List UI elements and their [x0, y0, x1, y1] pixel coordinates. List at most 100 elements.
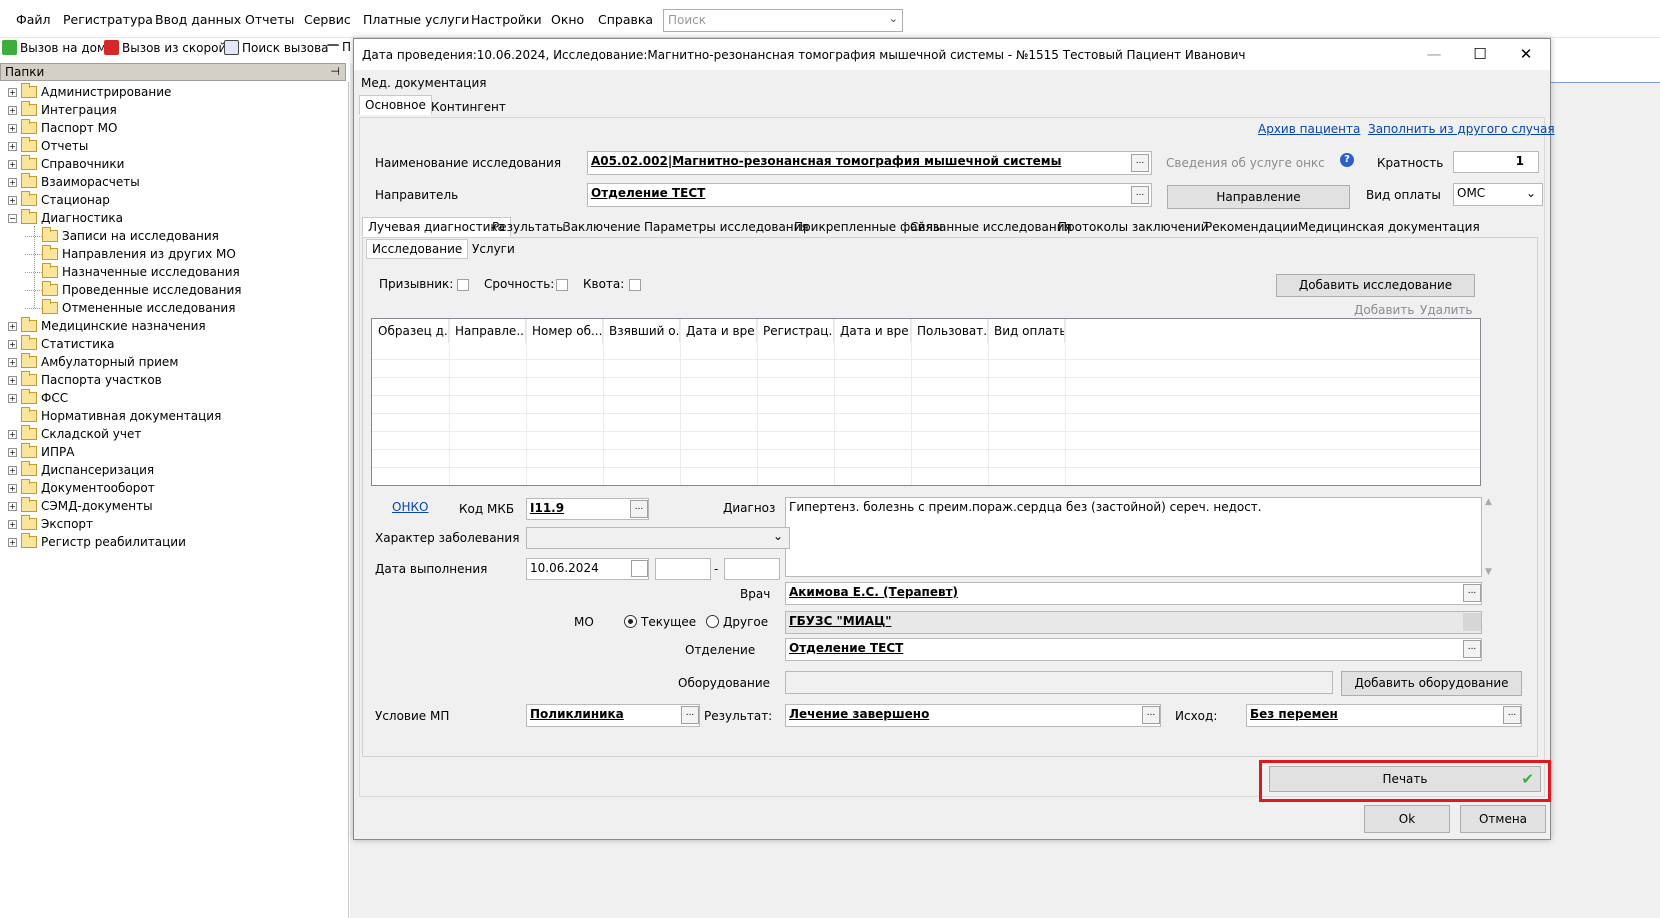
- quota-checkbox[interactable]: [629, 279, 641, 291]
- tree-item[interactable]: + Справочники: [8, 155, 124, 173]
- result-select-button[interactable]: ...: [1142, 706, 1160, 724]
- tab-main[interactable]: Основное: [359, 95, 432, 115]
- tree-item[interactable]: + СЭМД-документы: [8, 497, 153, 515]
- tree-item[interactable]: + Интеграция: [8, 101, 117, 119]
- department-field[interactable]: Отделение ТЕСТ: [785, 638, 1482, 661]
- close-icon[interactable]: ✕: [1504, 42, 1548, 66]
- tree-item[interactable]: + Диспансеризация: [8, 461, 154, 479]
- expand-icon[interactable]: +: [8, 375, 17, 385]
- grid-column-header[interactable]: Дата и вре...: [834, 319, 911, 343]
- expand-icon[interactable]: +: [8, 123, 17, 133]
- tree-item[interactable]: + Экспорт: [8, 515, 93, 533]
- onko-link[interactable]: ОНКО: [392, 500, 428, 514]
- expand-icon[interactable]: +: [8, 501, 17, 511]
- result-field[interactable]: Лечение завершено: [785, 704, 1161, 727]
- maximize-icon[interactable]: ☐: [1458, 42, 1502, 66]
- grid-column-header[interactable]: Образец д...: [372, 319, 449, 343]
- add-study-button[interactable]: Добавить исследование: [1276, 274, 1475, 297]
- inner-tab[interactable]: Протоколы заключений: [1052, 217, 1215, 237]
- tree-item[interactable]: − Диагностика: [8, 209, 123, 227]
- tab-contingent[interactable]: Контингент: [425, 97, 512, 117]
- add-row-link[interactable]: Добавить: [1354, 303, 1414, 317]
- done-time-to[interactable]: [724, 558, 780, 580]
- expand-icon[interactable]: +: [8, 159, 17, 169]
- menu-reports[interactable]: Отчеты: [245, 12, 294, 27]
- menu-registry[interactable]: Регистратура: [63, 12, 153, 27]
- expand-icon[interactable]: +: [8, 141, 17, 151]
- expand-icon[interactable]: +: [8, 339, 17, 349]
- call-home-button[interactable]: Вызов на дом: [2, 40, 106, 55]
- scroll-down-icon[interactable]: ▼: [1485, 567, 1492, 577]
- tree-item[interactable]: Назначенные исследования: [25, 263, 240, 281]
- tree-item[interactable]: Записи на исследования: [25, 227, 219, 245]
- subtab-services[interactable]: Услуги: [466, 239, 521, 259]
- icd-select-button[interactable]: ...: [630, 500, 648, 518]
- samples-grid[interactable]: Образец д... Направле... Номер об... Взявши…: [371, 318, 1481, 486]
- calendar-icon[interactable]: [631, 560, 648, 577]
- tree-item[interactable]: Отмененные исследования: [25, 299, 235, 317]
- department-select-button[interactable]: ...: [1463, 640, 1481, 658]
- tree-item[interactable]: + Амбулаторный прием: [8, 353, 178, 371]
- grid-column-header[interactable]: Дата и вре...: [680, 319, 757, 343]
- disease-nature-select[interactable]: ⌄: [526, 527, 790, 549]
- mo-other-radio[interactable]: [706, 615, 719, 628]
- tree-item[interactable]: Направления из других МО: [25, 245, 236, 263]
- tree-item[interactable]: + ИПРА: [8, 443, 74, 461]
- study-name-field[interactable]: A05.02.002|Магнитно-резонансная томограф…: [587, 151, 1152, 175]
- done-time-from[interactable]: [655, 558, 711, 580]
- chevron-down-icon[interactable]: ⌄: [889, 12, 898, 25]
- expand-icon[interactable]: +: [8, 537, 17, 547]
- urgency-checkbox[interactable]: [556, 279, 568, 291]
- expand-icon[interactable]: +: [8, 483, 17, 493]
- menu-file[interactable]: Файл: [16, 12, 51, 27]
- conscript-checkbox[interactable]: [457, 279, 469, 291]
- scroll-up-icon[interactable]: ▲: [1485, 497, 1492, 507]
- menu-data-entry[interactable]: Ввод данных: [155, 12, 241, 27]
- condition-select-button[interactable]: ...: [681, 706, 699, 724]
- ok-button[interactable]: Ok: [1364, 805, 1450, 833]
- grid-column-header[interactable]: Вид оплаты: [988, 319, 1065, 343]
- tree-item[interactable]: + ФСС: [8, 389, 68, 407]
- grid-column-header[interactable]: Номер об...: [526, 319, 603, 343]
- grid-column-header[interactable]: Пользоват...: [911, 319, 988, 343]
- outcome-select-button[interactable]: ...: [1503, 706, 1521, 724]
- menu-paid-services[interactable]: Платные услуги: [363, 12, 469, 27]
- subtab-study[interactable]: Исследование: [366, 239, 469, 259]
- inner-tab[interactable]: Рекомендации: [1199, 217, 1304, 237]
- expand-icon[interactable]: +: [8, 195, 17, 205]
- tree-item[interactable]: + Паспорт МО: [8, 119, 117, 137]
- expand-icon[interactable]: +: [8, 393, 17, 403]
- study-name-select-button[interactable]: ...: [1131, 154, 1149, 172]
- payment-type-select[interactable]: ОМС ⌄: [1453, 183, 1543, 206]
- expand-icon[interactable]: +: [8, 447, 17, 457]
- outcome-field[interactable]: Без перемен: [1246, 704, 1522, 727]
- referral-button[interactable]: Направление: [1167, 185, 1350, 209]
- tree-item[interactable]: + Взаиморасчеты: [8, 173, 140, 191]
- menu-help[interactable]: Справка: [598, 12, 653, 27]
- grid-column-header[interactable]: Взявший о...: [603, 319, 680, 343]
- referrer-select-button[interactable]: ...: [1131, 186, 1149, 204]
- delete-row-link[interactable]: Удалить: [1420, 303, 1473, 317]
- tree-item[interactable]: + Медицинские назначения: [8, 317, 206, 335]
- referrer-field[interactable]: Отделение ТЕСТ: [587, 183, 1152, 207]
- add-equipment-button[interactable]: Добавить оборудование: [1341, 671, 1522, 696]
- condition-field[interactable]: Поликлиника: [526, 704, 700, 727]
- expand-icon[interactable]: +: [8, 429, 17, 439]
- toolbar-more-button[interactable]: П: [327, 40, 351, 54]
- expand-icon[interactable]: +: [8, 357, 17, 367]
- fill-from-case-link[interactable]: Заполнить из другого случая: [1368, 122, 1555, 136]
- tree-item[interactable]: + Документооборот: [8, 479, 155, 497]
- tree-item[interactable]: + Регистр реабилитации: [8, 533, 186, 551]
- doctor-select-button[interactable]: ...: [1463, 584, 1481, 602]
- menu-service[interactable]: Сервис: [304, 12, 351, 27]
- inner-tab[interactable]: Медицинская документация: [1292, 217, 1486, 237]
- print-button[interactable]: Печать ✔: [1269, 766, 1541, 792]
- tree-item[interactable]: + Статистика: [8, 335, 115, 353]
- grid-column-header[interactable]: Направле...: [449, 319, 526, 343]
- tree-item[interactable]: + Администрирование: [8, 83, 171, 101]
- expand-icon[interactable]: +: [8, 519, 17, 529]
- expand-icon[interactable]: +: [8, 321, 17, 331]
- expand-icon[interactable]: +: [8, 177, 17, 187]
- help-icon[interactable]: ?: [1340, 153, 1354, 167]
- call-ambulance-button[interactable]: Вызов из скорой: [104, 40, 226, 55]
